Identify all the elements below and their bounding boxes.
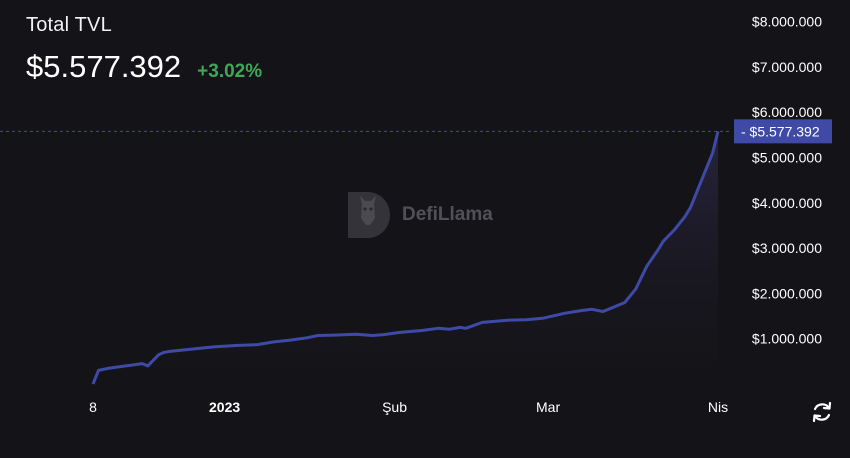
y-tick-label: $1.000.000 <box>752 331 822 347</box>
x-tick-label: Şub <box>382 399 407 415</box>
y-tick-label: $7.000.000 <box>752 59 822 75</box>
x-tick-label: Mar <box>536 399 560 415</box>
current-value-label: - $5.577.392 <box>741 123 820 139</box>
tvl-area <box>93 131 718 384</box>
x-tick-label: 8 <box>89 399 97 415</box>
defillama-llama-icon <box>348 192 390 238</box>
y-tick-label: $8.000.000 <box>752 14 822 30</box>
y-tick-label: $5.000.000 <box>752 149 822 165</box>
y-tick-label: $6.000.000 <box>752 104 822 120</box>
x-tick-label: 2023 <box>209 399 240 415</box>
refresh-button[interactable] <box>808 398 836 426</box>
y-tick-label: $3.000.000 <box>752 240 822 256</box>
defillama-watermark: DefiLlama <box>344 188 493 242</box>
refresh-icon <box>812 401 832 423</box>
x-tick-label: Nis <box>708 399 728 415</box>
y-tick-label: $2.000.000 <box>752 285 822 301</box>
watermark-text: DefiLlama <box>402 204 493 225</box>
y-tick-label: $4.000.000 <box>752 195 822 211</box>
